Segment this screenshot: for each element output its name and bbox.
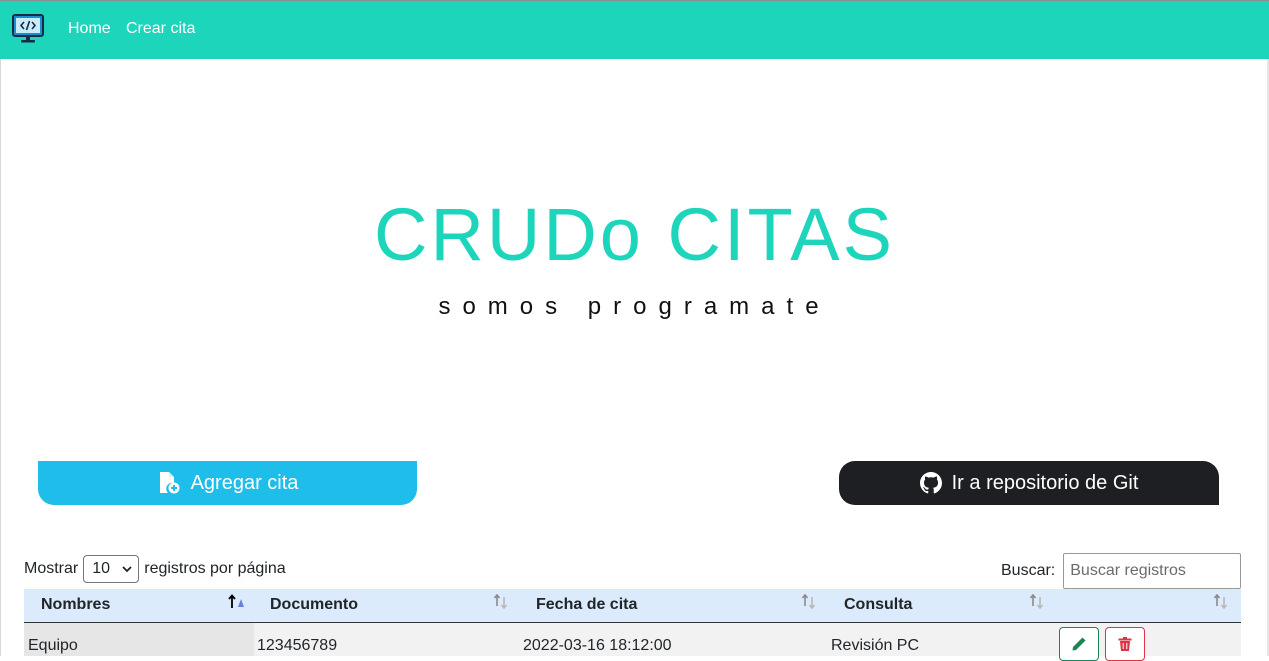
search-control: Buscar: xyxy=(1001,553,1242,589)
cell-nombres: Equipo xyxy=(28,637,78,654)
table-header: Nombres Documento Fecha de cita Consulta xyxy=(24,589,1241,623)
cell-consulta: Revisión PC xyxy=(831,637,920,654)
nav-crear-cita-link[interactable]: Crear cita xyxy=(126,20,195,38)
column-header-documento[interactable]: Documento xyxy=(270,596,358,614)
git-repo-button[interactable]: Ir a repositorio de Git xyxy=(839,461,1219,505)
cell-fecha: 2022-03-16 18:12:00 xyxy=(523,637,672,654)
show-label: Mostrar xyxy=(24,560,79,577)
column-header-fecha[interactable]: Fecha de cita xyxy=(536,596,637,614)
chevron-down-icon xyxy=(122,566,132,573)
sort-icon[interactable] xyxy=(492,592,512,612)
sort-icon[interactable] xyxy=(1028,592,1048,612)
add-appointment-button[interactable]: Agregar cita xyxy=(38,461,417,505)
nav-home-link[interactable]: Home xyxy=(68,20,111,38)
sort-icon[interactable] xyxy=(800,592,820,612)
add-appointment-label: Agregar cita xyxy=(190,471,299,494)
search-label: Buscar: xyxy=(1001,562,1056,579)
sort-asc-active-icon[interactable] xyxy=(227,592,247,612)
column-header-nombres[interactable]: Nombres xyxy=(41,596,110,614)
hero-subtitle: somos programate xyxy=(438,293,831,320)
pencil-icon xyxy=(1072,637,1086,651)
sort-icon[interactable] xyxy=(1212,592,1232,612)
git-repo-label: Ir a repositorio de Git xyxy=(951,471,1139,494)
trash-icon xyxy=(1118,637,1132,651)
hero-title: CRUDo CITAS xyxy=(374,193,895,276)
page-size-value: 10 xyxy=(92,560,111,577)
page-border-left xyxy=(0,59,1,656)
search-input[interactable] xyxy=(1063,553,1242,589)
cell-documento: 123456789 xyxy=(257,637,338,654)
navbar: Home Crear cita xyxy=(0,0,1269,59)
file-plus-icon xyxy=(159,472,180,494)
column-header-consulta[interactable]: Consulta xyxy=(844,596,912,614)
per-page-label: registros por página xyxy=(144,560,286,577)
github-icon xyxy=(919,472,942,494)
code-monitor-icon[interactable] xyxy=(10,11,46,47)
page-length-control: Mostrar 10 registros por página xyxy=(24,555,286,583)
page-size-select[interactable]: 10 xyxy=(83,555,140,583)
